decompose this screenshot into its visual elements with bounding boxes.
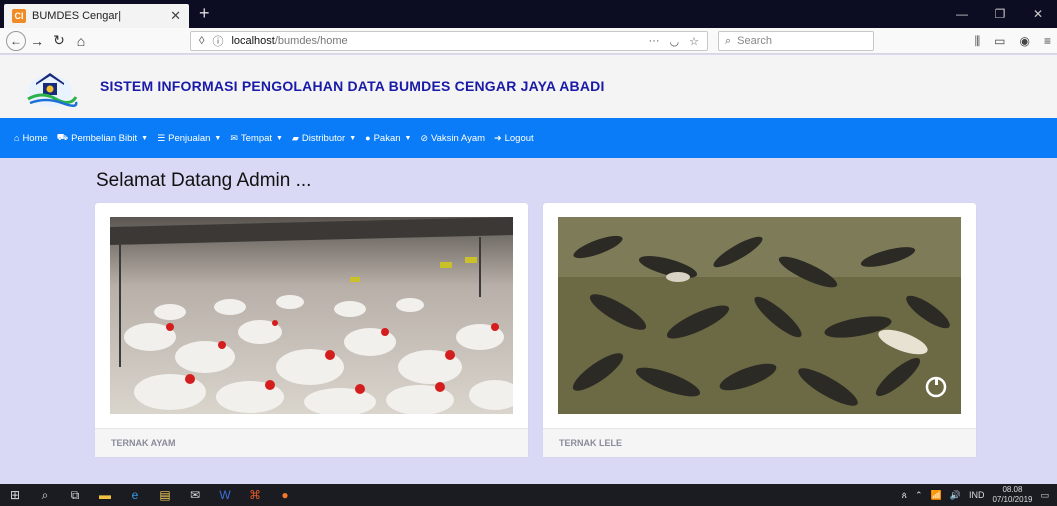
envelope-icon: ✉ (230, 132, 238, 143)
nav-pembelian-bibit[interactable]: ⛟ Pembelian Bibit ▼ (57, 132, 148, 144)
card-ternak-ayam[interactable]: TERNAK AYAM (95, 203, 528, 457)
pocket-icon[interactable]: ◡ (670, 35, 680, 48)
nav-logout-label: Logout (504, 132, 534, 144)
book-icon: ▰ (291, 132, 299, 143)
home-icon: ⌂ (14, 133, 20, 143)
sidebar-icon[interactable]: ▭ (994, 34, 1005, 48)
info-icon[interactable]: ⓘ (212, 33, 223, 49)
caret-down-icon: ▼ (141, 134, 149, 142)
close-tab-icon[interactable]: ✕ (170, 8, 181, 24)
main-navbar: ⌂ Home ⛟ Pembelian Bibit ▼ ☰ Penjualan ▼ ✉ Tem… (0, 118, 1057, 158)
language-indicator[interactable]: IND (969, 490, 985, 500)
nav-penjualan-label: Penjualan (168, 132, 211, 144)
firefox-icon[interactable]: ● (270, 484, 300, 506)
card-label: TERNAK LELE (543, 428, 976, 457)
tab-title: BUMDES Cengar| (32, 10, 122, 22)
back-icon[interactable]: ← (6, 30, 26, 51)
file-explorer-icon[interactable]: ▬ (90, 484, 120, 506)
card-label: TERNAK AYAM (95, 428, 528, 457)
mail-icon[interactable]: ✉ (180, 484, 210, 506)
welcome-heading: Selamat Datang Admin ... (96, 170, 312, 191)
search-icon: ⌕ (725, 34, 732, 47)
menu-icon[interactable]: ≡ (1044, 34, 1051, 48)
clock[interactable]: 08.08 07/10/2019 (992, 485, 1032, 505)
library-icon[interactable]: ⫼ (975, 34, 981, 49)
url-path: /bumdes/home (274, 35, 348, 47)
window-controls: — ❐ ✕ (943, 0, 1057, 28)
clock-time: 08.08 (1002, 485, 1023, 494)
nav-distributor[interactable]: ▰ Distributor ▼ (292, 133, 356, 144)
account-icon[interactable]: ◉ (1020, 34, 1030, 48)
close-window-icon[interactable]: ✕ (1019, 0, 1057, 28)
nav-home-label: Home (22, 132, 48, 144)
site-title: SISTEM INFORMASI PENGOLAHAN DATA BUMDES … (100, 78, 605, 94)
chevron-up-icon[interactable]: ⌃ (915, 490, 923, 501)
nav-tempat[interactable]: ✉ Tempat ▼ (230, 133, 283, 144)
bookmark-star-icon[interactable]: ☆ (689, 35, 699, 48)
page-actions-icon[interactable]: ··· (649, 35, 660, 48)
nav-pakan[interactable]: ● Pakan ▼ (365, 133, 411, 144)
task-view-icon[interactable]: ⧉ (60, 484, 90, 506)
url-bar[interactable]: ◊ ⓘ localhost/bumdes/home ··· ◡ ☆ (190, 31, 708, 51)
shield-icon: ◊ (199, 35, 205, 47)
nav-distributor-label: Distributor (301, 132, 346, 144)
word-icon[interactable]: W (210, 484, 240, 506)
ban-icon: ⊘ (420, 132, 428, 143)
nav-home[interactable]: ⌂ Home (14, 133, 48, 144)
cart-icon: ⛟ (56, 132, 69, 142)
card-ternak-lele[interactable]: TERNAK LELE (543, 203, 976, 457)
browser-tab[interactable]: CI BUMDES Cengar| ✕ (4, 4, 189, 28)
home-browser-icon[interactable]: ⌂ (70, 33, 92, 49)
people-icon[interactable]: ጰ (902, 490, 907, 501)
caret-down-icon: ▼ (404, 134, 412, 142)
windows-start-icon[interactable]: ⊞ (0, 484, 30, 506)
list-icon: ☰ (157, 132, 166, 143)
favicon-icon: CI (12, 9, 26, 23)
nav-pembelian-bibit-label: Pembelian Bibit (71, 132, 138, 144)
site-header: SISTEM INFORMASI PENGOLAHAN DATA BUMDES … (0, 55, 1057, 118)
minimize-icon[interactable]: — (943, 0, 981, 28)
caret-down-icon: ▼ (349, 134, 357, 142)
search-input[interactable]: ⌕ Search (718, 31, 874, 51)
nav-vaksin-ayam[interactable]: ⊘ Vaksin Ayam (420, 133, 485, 144)
browser-tool-icons: ⫼ ▭ ◉ ≡ (975, 31, 1051, 51)
restore-icon[interactable]: ❐ (981, 0, 1019, 28)
url-host: localhost (231, 35, 275, 47)
notifications-icon[interactable]: ▭ (1040, 490, 1049, 501)
browser-tabbar: CI BUMDES Cengar| ✕ + — ❐ ✕ (0, 0, 1057, 28)
network-icon[interactable]: 📶 (931, 490, 942, 501)
nav-penjualan[interactable]: ☰ Penjualan ▼ (157, 133, 221, 144)
store-icon[interactable]: ▤ (150, 484, 180, 506)
search-icon[interactable]: ⌕ (30, 484, 60, 506)
volume-icon[interactable]: 🔊 (950, 490, 961, 501)
codeigniter-icon[interactable]: ⌘ (240, 484, 270, 506)
nav-logout[interactable]: ➜ Logout (494, 133, 534, 144)
nav-tempat-label: Tempat (240, 132, 273, 144)
edge-icon[interactable]: e (120, 484, 150, 506)
reload-icon[interactable]: ↻ (48, 32, 70, 49)
windows-taskbar: ⊞ ⌕ ⧉ ▬ e ▤ ✉ W ⌘ ● ጰ ⌃ 📶 🔊 IND 08.08 07… (0, 484, 1057, 506)
info-circle-icon: ● (365, 133, 371, 143)
new-tab-button[interactable]: + (199, 3, 210, 24)
search-placeholder: Search (737, 35, 773, 47)
logout-icon: ➜ (494, 132, 502, 143)
system-tray: ጰ ⌃ 📶 🔊 IND 08.08 07/10/2019 ▭ (902, 484, 1057, 506)
catfish-pond-image (558, 217, 961, 414)
chicken-farm-image (110, 217, 513, 414)
caret-down-icon: ▼ (276, 134, 283, 142)
clock-date: 07/10/2019 (992, 495, 1033, 504)
nav-vaksin-ayam-label: Vaksin Ayam (431, 132, 486, 144)
nav-pakan-label: Pakan (373, 132, 401, 144)
browser-toolbar: ← → ↻ ⌂ ◊ ⓘ localhost/bumdes/home ··· ◡ … (0, 28, 1057, 54)
caret-down-icon: ▼ (214, 134, 222, 142)
forward-icon[interactable]: → (26, 33, 48, 49)
bumdes-logo (27, 73, 78, 107)
